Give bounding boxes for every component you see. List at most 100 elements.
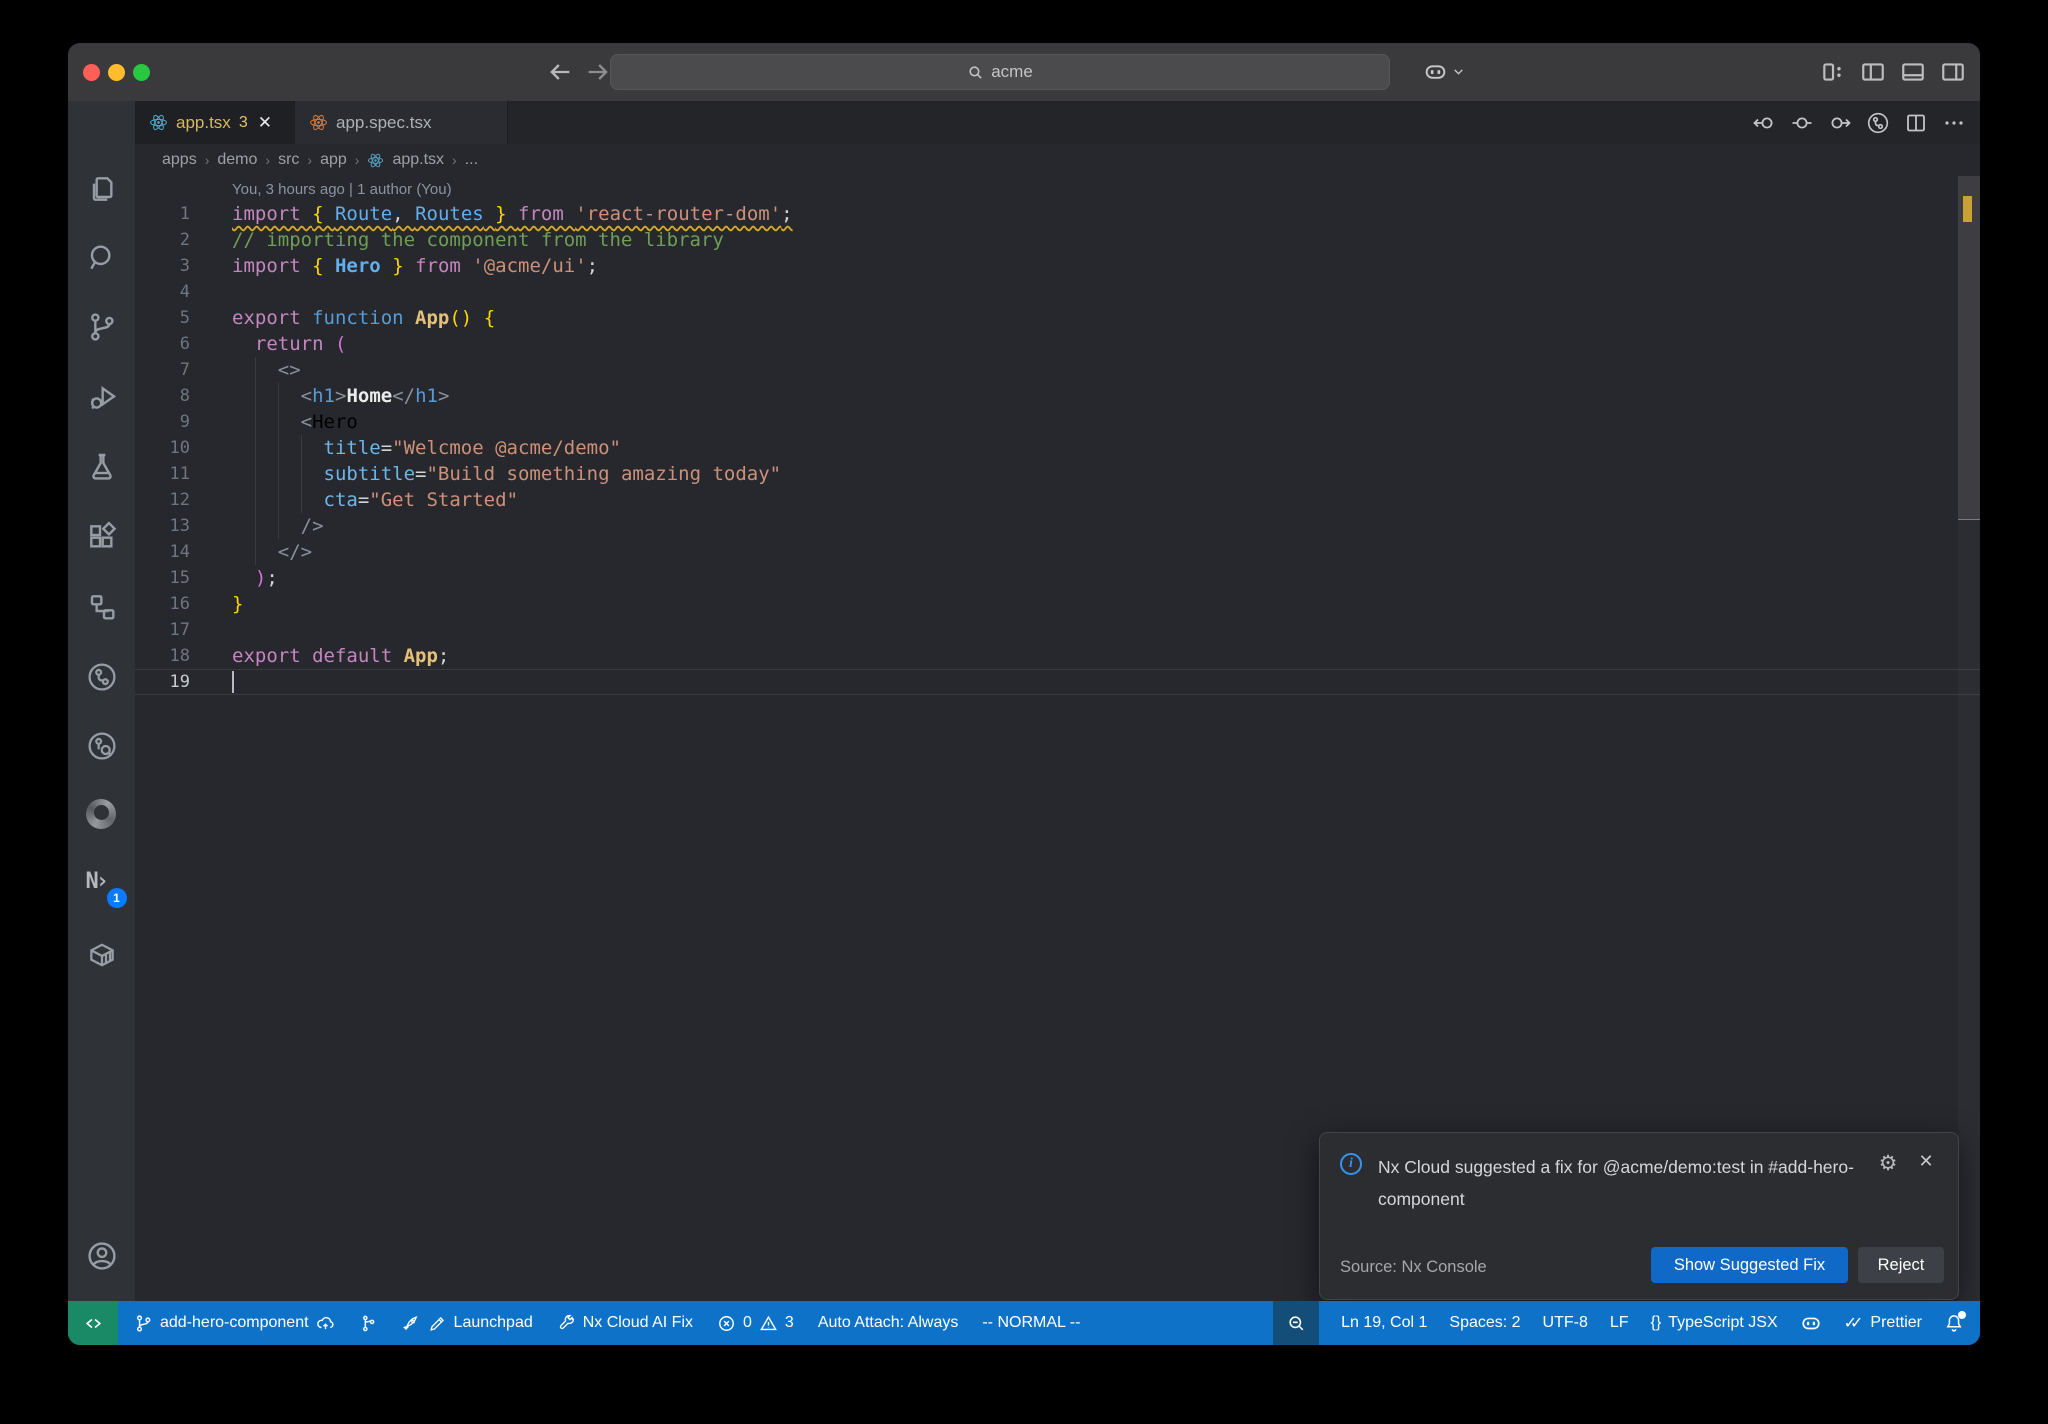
problems-status-item[interactable]: 0 3: [717, 1314, 794, 1333]
code-line[interactable]: 12 cta="Get Started": [135, 487, 1980, 513]
encoding-item[interactable]: UTF-8: [1543, 1314, 1588, 1332]
formatter-status-item[interactable]: ✓✓ Prettier: [1844, 1313, 1922, 1333]
code-line[interactable]: 17: [135, 617, 1980, 643]
code-line[interactable]: 6 return (: [135, 331, 1980, 357]
navigate-back-icon[interactable]: [546, 58, 574, 86]
notification-close-icon[interactable]: ✕: [1914, 1151, 1938, 1175]
code-line[interactable]: 19: [135, 669, 1980, 695]
breadcrumb-item[interactable]: app: [320, 151, 347, 169]
run-graph-icon[interactable]: [1866, 111, 1890, 135]
code-line[interactable]: 8 <h1>Home</h1>: [135, 383, 1980, 409]
code-line[interactable]: 5 export function App() {: [135, 305, 1980, 331]
scrollbar-slider[interactable]: [1958, 176, 1980, 520]
nx-console-icon[interactable]: N› 1: [86, 869, 127, 908]
toggle-primary-sidebar-icon[interactable]: [1860, 59, 1886, 85]
title-bar: acme: [68, 43, 1980, 101]
edge-browser-icon[interactable]: [85, 799, 118, 831]
vim-mode-item[interactable]: -- NORMAL --: [982, 1314, 1080, 1332]
nx-cloud-fix-item[interactable]: Nx Cloud AI Fix: [557, 1314, 693, 1333]
maximize-window-button[interactable]: [133, 64, 150, 81]
line-number: 11: [169, 464, 190, 484]
commit-graph-icon[interactable]: [86, 661, 118, 693]
nav-back-edit-icon[interactable]: [1752, 111, 1776, 135]
tab-close-icon[interactable]: ✕: [258, 113, 272, 133]
navigate-forward-icon[interactable]: [584, 58, 612, 86]
minimize-window-button[interactable]: [108, 64, 125, 81]
zoom-out-status-item[interactable]: [1273, 1301, 1320, 1345]
code-line[interactable]: 1 import { Route, Routes } from 'react-ro…: [135, 201, 1980, 227]
notification-settings-icon[interactable]: ⚙: [1876, 1151, 1900, 1175]
code-line[interactable]: 16}: [135, 591, 1980, 617]
code-line[interactable]: 18 export default App;: [135, 643, 1980, 669]
split-editor-icon[interactable]: [1904, 111, 1928, 135]
customize-layout-icon[interactable]: [1820, 59, 1846, 85]
commit-graph-status-item[interactable]: [359, 1314, 378, 1333]
explorer-icon[interactable]: [86, 173, 118, 205]
error-icon: [717, 1314, 736, 1333]
remote-indicator[interactable]: [68, 1301, 118, 1345]
line-number: 16: [169, 594, 190, 614]
graph-search-icon[interactable]: [86, 730, 118, 762]
code-text: return (: [254, 333, 347, 355]
encoding-label: UTF-8: [1542, 1314, 1588, 1331]
launchpad-label: Launchpad: [453, 1314, 533, 1331]
code-line[interactable]: 13 />: [135, 513, 1980, 539]
code-text: subtitle="Build something amazing today": [323, 463, 782, 485]
cursor-position-item[interactable]: Ln 19, Col 1: [1341, 1314, 1427, 1332]
run-debug-icon[interactable]: [86, 381, 118, 413]
reject-button[interactable]: Reject: [1858, 1247, 1944, 1283]
code-line[interactable]: 3 import { Hero } from '@acme/ui';: [135, 253, 1980, 279]
eol-item[interactable]: LF: [1610, 1314, 1629, 1332]
breadcrumb-item[interactable]: apps: [162, 151, 197, 169]
show-suggested-fix-button[interactable]: Show Suggested Fix: [1651, 1247, 1848, 1283]
code-line[interactable]: 15 );: [135, 565, 1980, 591]
toggle-panel-icon[interactable]: [1900, 59, 1926, 85]
code-line[interactable]: 4: [135, 279, 1980, 305]
hierarchy-view-icon[interactable]: [86, 591, 118, 623]
close-window-button[interactable]: [83, 64, 100, 81]
code-line[interactable]: 10 title="Welcmoe @acme/demo": [135, 435, 1980, 461]
activity-bar: N› 1: [68, 101, 135, 1343]
line-number: 5: [179, 308, 190, 328]
editor-column: app.tsx 3 ✕ app.spec.tsx apps › demo › s…: [135, 101, 1980, 1301]
code-lines: 1 import { Route, Routes } from 'react-ro…: [135, 201, 1980, 695]
code-line[interactable]: 2 // importing the component from the lib…: [135, 227, 1980, 253]
breadcrumb-item[interactable]: app.tsx: [392, 151, 444, 169]
code-line[interactable]: 11 subtitle="Build something amazing tod…: [135, 461, 1980, 487]
language-mode-item[interactable]: {} TypeScript JSX: [1651, 1314, 1778, 1332]
branch-status-item[interactable]: add-hero-component: [134, 1314, 335, 1333]
indent-guide: [277, 383, 279, 539]
nav-node-edit-icon[interactable]: [1790, 111, 1814, 135]
tab-app-spec-tsx[interactable]: app.spec.tsx: [295, 101, 508, 144]
chevron-down-icon: [1452, 65, 1465, 78]
containers-icon[interactable]: [86, 939, 118, 971]
copilot-status-item[interactable]: [1800, 1312, 1822, 1334]
toggle-secondary-sidebar-icon[interactable]: [1940, 59, 1966, 85]
tab-app-tsx[interactable]: app.tsx 3 ✕: [135, 101, 295, 144]
code-line[interactable]: 9 <Hero: [135, 409, 1980, 435]
launchpad-status-item[interactable]: Launchpad: [402, 1314, 533, 1333]
copilot-menu[interactable]: [1423, 59, 1465, 84]
source-control-icon[interactable]: [86, 311, 118, 343]
breadcrumb-item[interactable]: demo: [217, 151, 257, 169]
code-text: <Hero: [300, 411, 358, 433]
testing-icon[interactable]: [86, 451, 118, 483]
code-line[interactable]: 14 </>: [135, 539, 1980, 565]
line-number: 4: [179, 282, 190, 302]
search-view-icon[interactable]: [86, 242, 118, 274]
scrollbar[interactable]: [1958, 176, 1980, 1301]
line-number: 10: [169, 438, 190, 458]
line-number: 7: [179, 360, 190, 380]
account-icon[interactable]: [86, 1240, 118, 1272]
breadcrumb-item[interactable]: ...: [465, 151, 478, 169]
braces-icon: {}: [1650, 1314, 1662, 1331]
notifications-bell-item[interactable]: [1944, 1311, 1966, 1333]
more-actions-icon[interactable]: [1942, 111, 1966, 135]
auto-attach-item[interactable]: Auto Attach: Always: [818, 1314, 959, 1332]
nav-forward-edit-icon[interactable]: [1828, 111, 1852, 135]
breadcrumb-item[interactable]: src: [278, 151, 299, 169]
command-center-search[interactable]: acme: [610, 54, 1390, 90]
code-line[interactable]: 7 <>: [135, 357, 1980, 383]
extensions-icon[interactable]: [86, 521, 118, 553]
indentation-item[interactable]: Spaces: 2: [1449, 1314, 1520, 1332]
